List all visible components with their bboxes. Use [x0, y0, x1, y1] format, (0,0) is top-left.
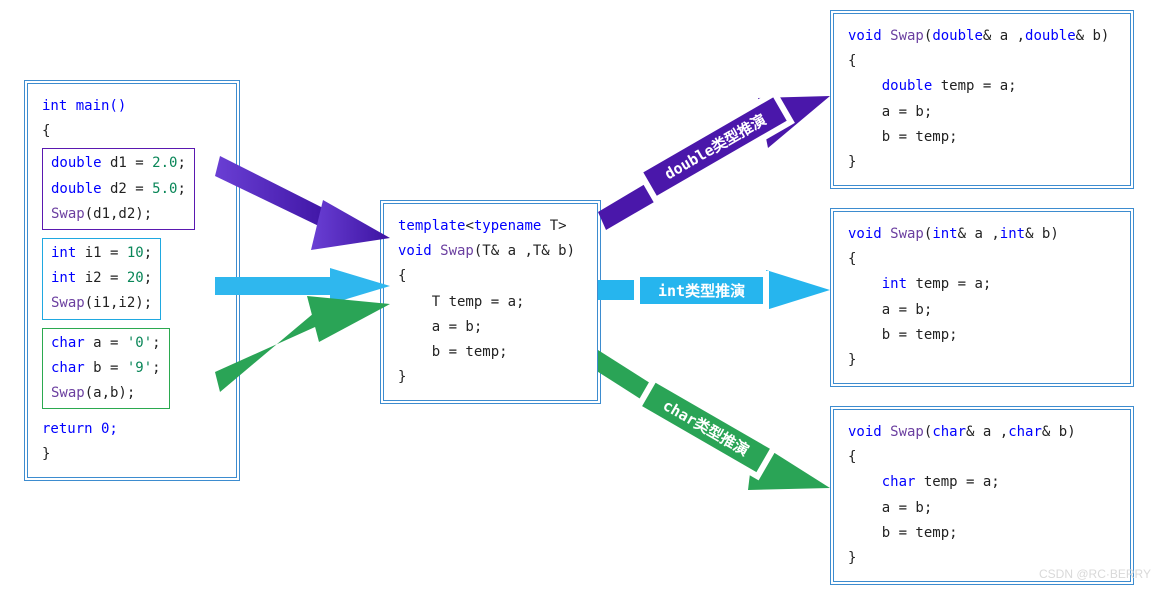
code-line: char b = '9'; [51, 356, 161, 381]
template-box: template<typename T> void Swap(T& a ,T& … [380, 200, 601, 404]
watermark: CSDN @RC·BERRY [1039, 567, 1151, 581]
code-line: int i2 = 20; [51, 266, 152, 291]
arrow-double-to-template [215, 152, 390, 252]
code-line: char a = '0'; [51, 331, 161, 356]
code-line: b = temp; [848, 521, 1116, 546]
code-line: Swap(a,b); [51, 381, 161, 406]
code-line: int i1 = 10; [51, 241, 152, 266]
code-line: a = b; [848, 298, 1116, 323]
double-block: double d1 = 2.0; double d2 = 5.0; Swap(d… [42, 148, 195, 230]
double-instance-box: void Swap(double& a ,double& b) { double… [830, 10, 1134, 189]
arrow-char-to-template [215, 294, 390, 394]
code-line: double d2 = 5.0; [51, 177, 186, 202]
code-line: b = temp; [848, 125, 1116, 150]
code-line: { [42, 119, 222, 144]
code-line: } [398, 365, 583, 390]
code-line: } [848, 150, 1116, 175]
arrow-template-to-char [598, 340, 830, 490]
main-function-box: int main() { double d1 = 2.0; double d2 … [24, 80, 240, 481]
code-line: int main() [42, 94, 222, 119]
int-block: int i1 = 10; int i2 = 20; Swap(i1,i2); [42, 238, 161, 320]
code-line: Swap(d1,d2); [51, 202, 186, 227]
code-line: char temp = a; [848, 470, 1116, 495]
code-line: return 0; [42, 417, 222, 442]
code-line: void Swap(char& a ,char& b) [848, 420, 1116, 445]
int-instance-box: void Swap(int& a ,int& b) { int temp = a… [830, 208, 1134, 387]
code-line: { [848, 445, 1116, 470]
code-line: b = temp; [398, 340, 583, 365]
char-instance-box: void Swap(char& a ,char& b) { char temp … [830, 406, 1134, 585]
code-line: void Swap(T& a ,T& b) [398, 239, 583, 264]
code-line: void Swap(int& a ,int& b) [848, 222, 1116, 247]
code-line: { [848, 247, 1116, 272]
code-line: { [398, 264, 583, 289]
label-int-deduce: int类型推演 [640, 277, 763, 304]
code-line: { [848, 49, 1116, 74]
code-line: a = b; [398, 315, 583, 340]
code-line: a = b; [848, 100, 1116, 125]
code-line: int temp = a; [848, 272, 1116, 297]
code-line: Swap(i1,i2); [51, 291, 152, 316]
code-line: double d1 = 2.0; [51, 151, 186, 176]
code-line: T temp = a; [398, 290, 583, 315]
code-line: } [42, 442, 222, 467]
code-line: } [848, 348, 1116, 373]
char-block: char a = '0'; char b = '9'; Swap(a,b); [42, 328, 170, 410]
code-line: b = temp; [848, 323, 1116, 348]
code-line: template<typename T> [398, 214, 583, 239]
code-line: void Swap(double& a ,double& b) [848, 24, 1116, 49]
code-line: a = b; [848, 496, 1116, 521]
code-line: double temp = a; [848, 74, 1116, 99]
